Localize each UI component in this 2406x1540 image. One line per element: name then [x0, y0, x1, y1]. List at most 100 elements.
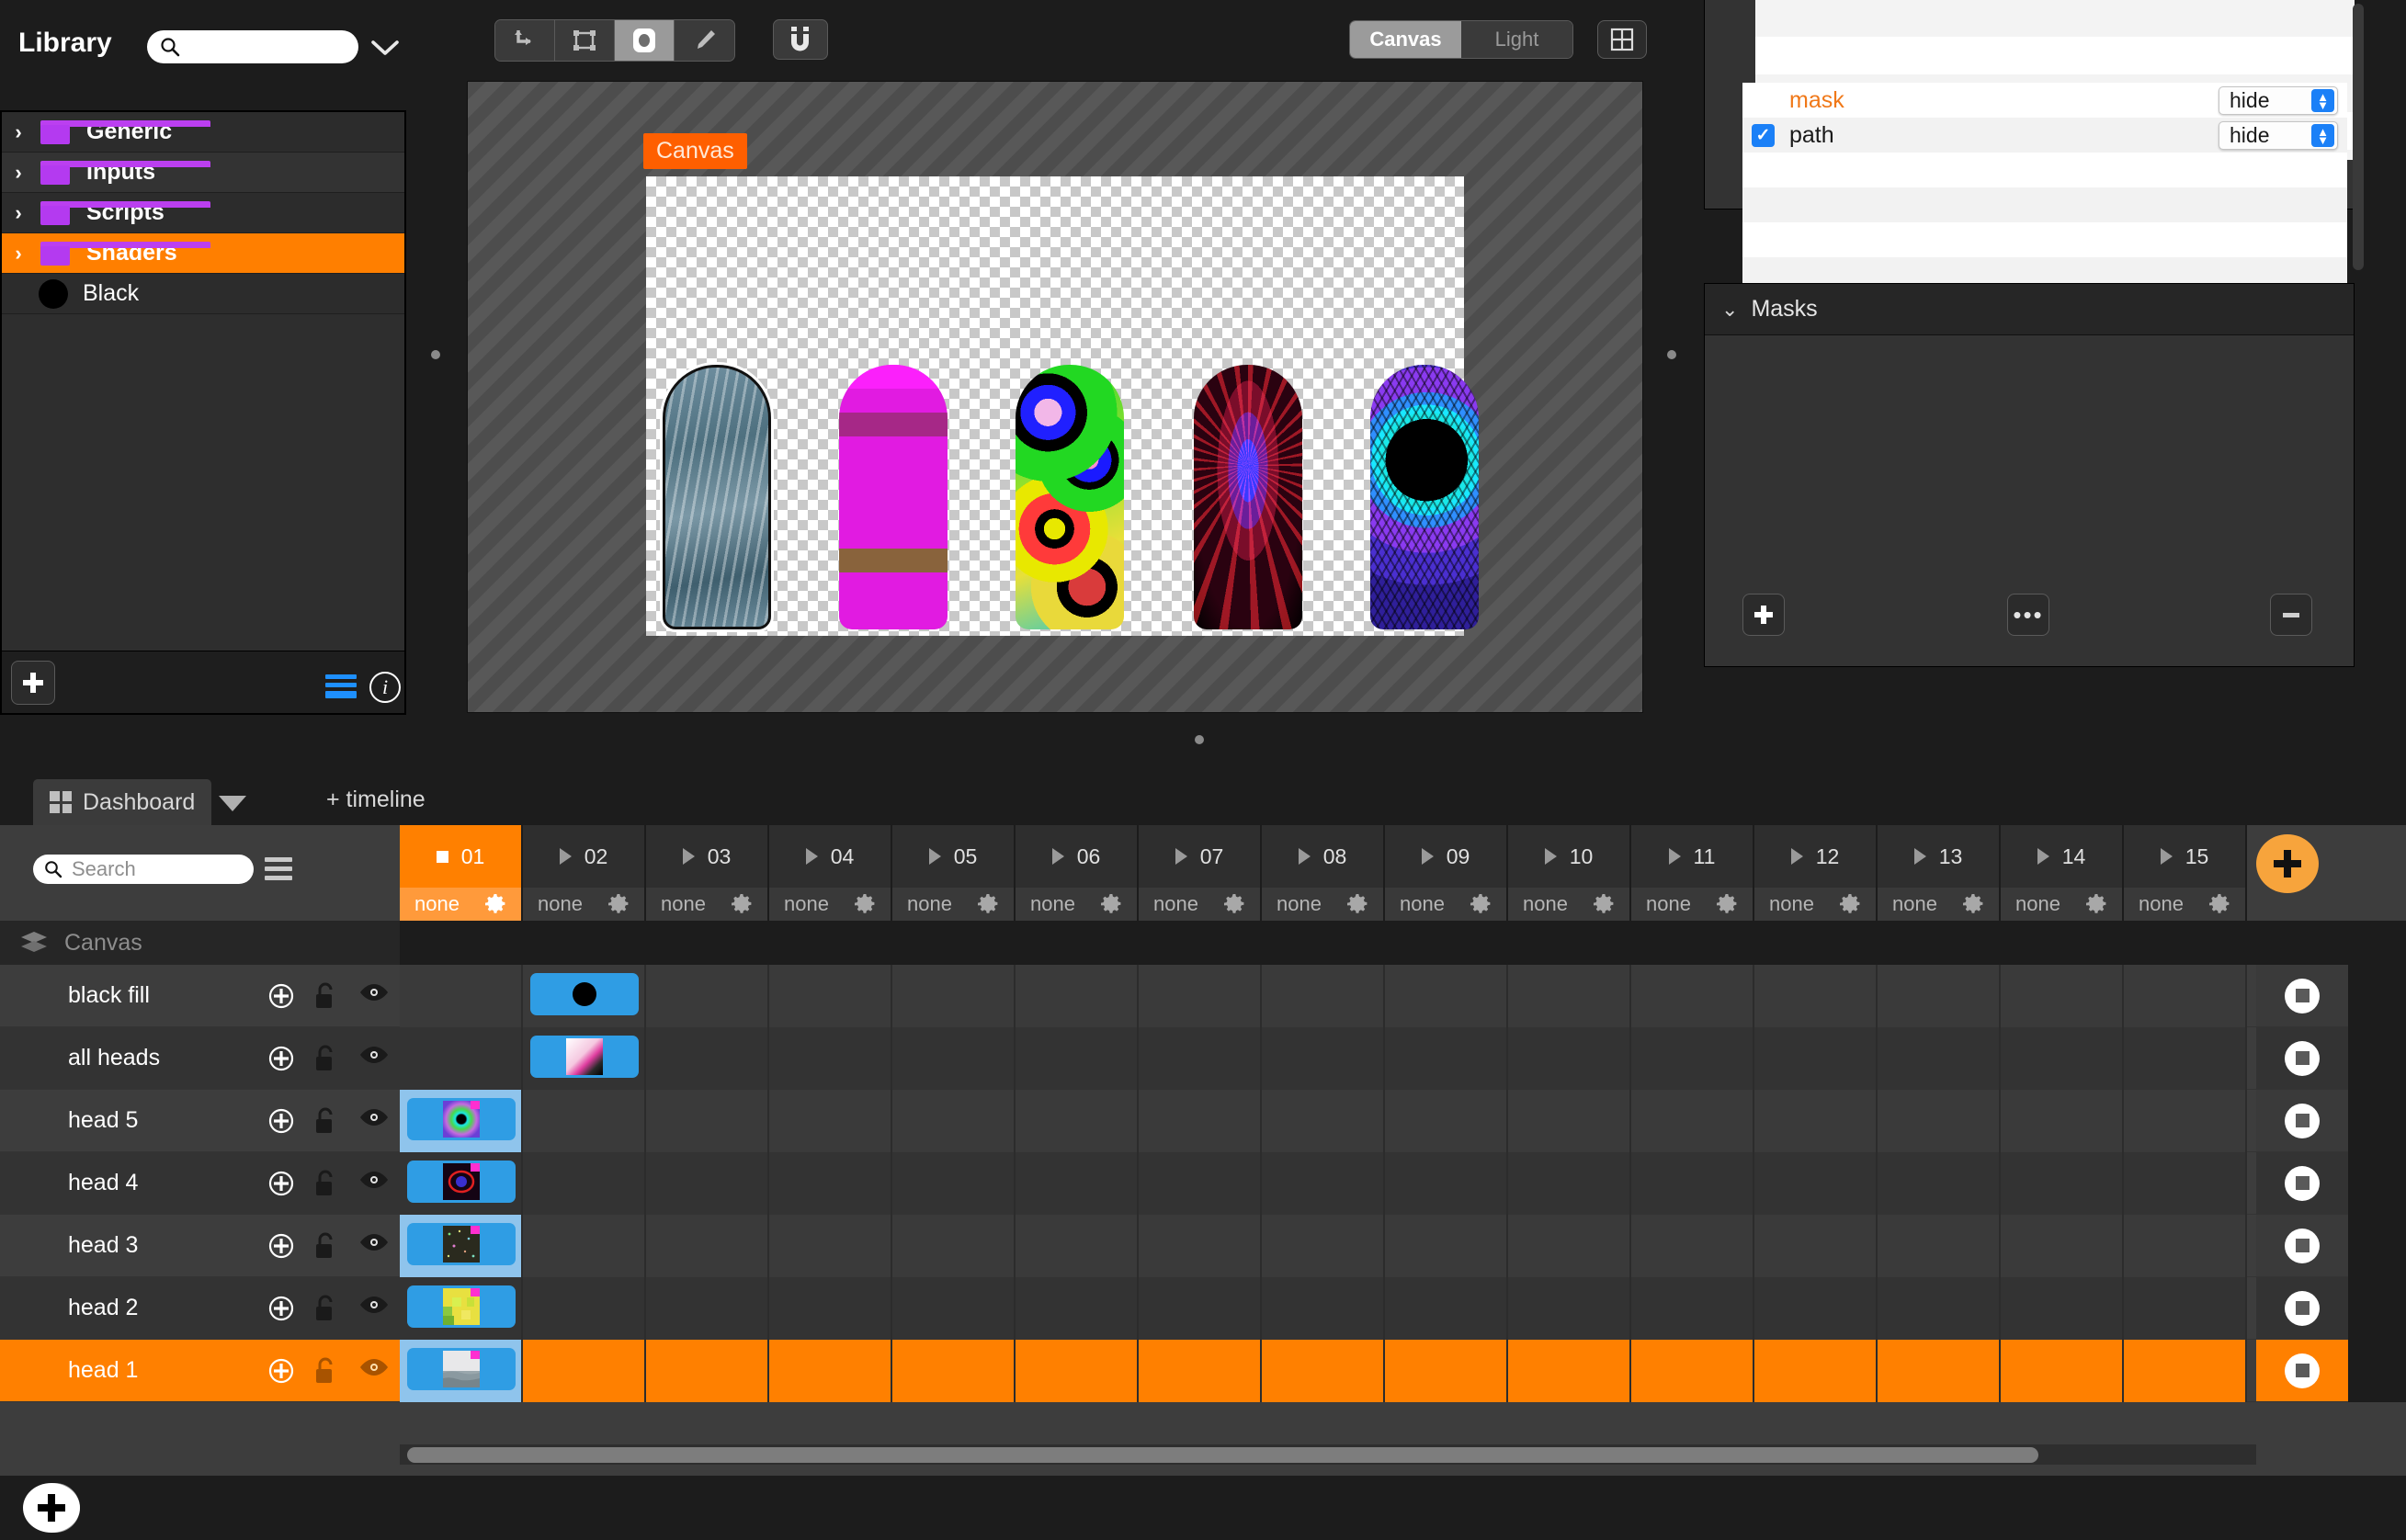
timeline-cell[interactable] — [1139, 965, 1262, 1027]
play-icon[interactable] — [2160, 848, 2173, 865]
timeline-cell[interactable] — [646, 1027, 769, 1090]
timeline-cell[interactable] — [523, 1027, 646, 1090]
target-icon[interactable] — [267, 1107, 295, 1135]
layer-name-cell[interactable]: head 1 — [0, 1340, 400, 1402]
timeline-group-header[interactable]: Canvas — [0, 921, 400, 965]
frame-column-01[interactable]: 01 none — [400, 825, 523, 921]
layer-record-cell[interactable] — [2256, 1027, 2348, 1090]
timeline-cell[interactable] — [769, 1090, 892, 1152]
gear-icon[interactable] — [484, 893, 506, 915]
target-icon[interactable] — [267, 1357, 295, 1385]
layer-track[interactable] — [400, 965, 2256, 1027]
frame-column-06[interactable]: 06 none — [1016, 825, 1139, 921]
timeline-cell[interactable] — [1508, 1340, 1631, 1402]
timeline-cell[interactable] — [1139, 1027, 1262, 1090]
layer-name-cell[interactable]: head 3 — [0, 1215, 400, 1277]
unlock-icon[interactable] — [313, 1357, 341, 1385]
mask-row[interactable]: mask hide ▲ ▼ — [1742, 83, 2347, 118]
timeline-cell[interactable] — [2001, 965, 2124, 1027]
gear-icon[interactable] — [731, 893, 753, 915]
timeline-cell[interactable] — [2001, 1027, 2124, 1090]
mask-visibility-select[interactable]: hide ▲ ▼ — [2219, 121, 2338, 150]
timeline-cell[interactable] — [400, 1215, 523, 1277]
timeline-cell[interactable] — [1508, 1277, 1631, 1340]
viewport-handle-bottom[interactable] — [1195, 735, 1204, 744]
timeline-cell[interactable] — [892, 1152, 1016, 1215]
stepper-icon[interactable]: ▲ ▼ — [2311, 89, 2334, 112]
target-icon[interactable] — [267, 1170, 295, 1197]
viewport-handle-left[interactable] — [431, 350, 440, 359]
timeline-cell[interactable] — [1631, 1090, 1754, 1152]
frame-mode-row[interactable]: none — [1878, 888, 1999, 921]
eye-icon[interactable] — [359, 1170, 388, 1197]
record-stop-icon[interactable] — [2285, 1165, 2320, 1201]
frame-column-02[interactable]: 02 none — [523, 825, 646, 921]
timeline-cell[interactable] — [1631, 1215, 1754, 1277]
frame-mode-row[interactable]: none — [400, 888, 521, 921]
frame-mode-row[interactable]: none — [1385, 888, 1506, 921]
timeline-cell[interactable] — [1016, 1027, 1139, 1090]
timeline-cell[interactable] — [2124, 1027, 2247, 1090]
timeline-cell[interactable] — [400, 965, 523, 1027]
timeline-cell[interactable] — [1878, 1027, 2001, 1090]
frame-mode-row[interactable]: none — [769, 888, 891, 921]
frame-header[interactable]: 12 — [1754, 825, 1876, 888]
mask-remove-button[interactable] — [2270, 594, 2312, 636]
timeline-cell[interactable] — [1754, 965, 1878, 1027]
mask-visibility-select[interactable]: hide ▲ ▼ — [2219, 86, 2338, 115]
play-icon[interactable] — [682, 848, 695, 865]
library-item-generic[interactable]: › Generic — [2, 112, 404, 153]
timeline-cell[interactable] — [2001, 1277, 2124, 1340]
frame-header[interactable]: 09 — [1385, 825, 1506, 888]
chevron-right-icon[interactable]: › — [2, 120, 35, 144]
unlock-icon[interactable] — [313, 1295, 341, 1322]
magnet-snap-button[interactable] — [773, 19, 828, 60]
timeline-cell[interactable] — [523, 1215, 646, 1277]
timeline-cell[interactable] — [2124, 1090, 2247, 1152]
tab-dropdown-caret-down-icon[interactable] — [219, 796, 246, 811]
frame-header[interactable]: 08 — [1262, 825, 1383, 888]
timeline-cell[interactable] — [2001, 1090, 2124, 1152]
stepper-icon[interactable]: ▲ ▼ — [2311, 124, 2334, 147]
target-icon[interactable] — [267, 982, 295, 1010]
timeline-cell[interactable] — [1139, 1277, 1262, 1340]
gear-icon[interactable] — [1716, 893, 1738, 915]
chevron-down-icon[interactable]: ⌄ — [1721, 298, 1738, 322]
timeline-cell[interactable] — [1878, 1340, 2001, 1402]
layer-record-cell[interactable] — [2256, 1277, 2348, 1340]
layer-record-cell[interactable] — [2256, 1340, 2348, 1402]
library-add-button[interactable] — [11, 661, 55, 705]
timeline-cell[interactable] — [646, 1090, 769, 1152]
frame-mode-row[interactable]: none — [892, 888, 1014, 921]
timeline-cell[interactable] — [769, 1340, 892, 1402]
library-item-inputs[interactable]: › Inputs — [2, 153, 404, 193]
chevron-right-icon[interactable]: › — [2, 201, 35, 225]
timeline-cell[interactable] — [1016, 965, 1139, 1027]
timeline-cell[interactable] — [2001, 1340, 2124, 1402]
frame-header[interactable]: 13 — [1878, 825, 1999, 888]
timeline-cell[interactable] — [1262, 1277, 1385, 1340]
frame-header[interactable]: 04 — [769, 825, 891, 888]
timeline-cell[interactable] — [1139, 1215, 1262, 1277]
timeline-cell[interactable] — [892, 1027, 1016, 1090]
layer-name-cell[interactable]: head 2 — [0, 1277, 400, 1340]
gear-icon[interactable] — [1839, 893, 1861, 915]
eye-icon[interactable] — [359, 1357, 388, 1385]
gear-icon[interactable] — [607, 893, 630, 915]
clip-block[interactable] — [407, 1348, 516, 1390]
clip-block[interactable] — [407, 1161, 516, 1203]
add-layer-split-button[interactable] — [23, 1483, 106, 1533]
clip-block[interactable] — [407, 1098, 516, 1140]
gear-icon[interactable] — [1962, 893, 1984, 915]
target-icon[interactable] — [267, 1232, 295, 1260]
timeline-cell[interactable] — [1385, 1027, 1508, 1090]
timeline-cell[interactable] — [523, 1340, 646, 1402]
timeline-cell[interactable] — [1508, 1090, 1631, 1152]
layer-name-cell[interactable]: head 4 — [0, 1152, 400, 1215]
play-icon[interactable] — [1051, 848, 1064, 865]
tab-dashboard[interactable]: Dashboard — [33, 779, 212, 825]
layer-track[interactable] — [400, 1027, 2256, 1090]
list-item[interactable] — [1755, 37, 2355, 74]
gear-icon[interactable] — [1470, 893, 1492, 915]
frame-column-12[interactable]: 12 none — [1754, 825, 1878, 921]
